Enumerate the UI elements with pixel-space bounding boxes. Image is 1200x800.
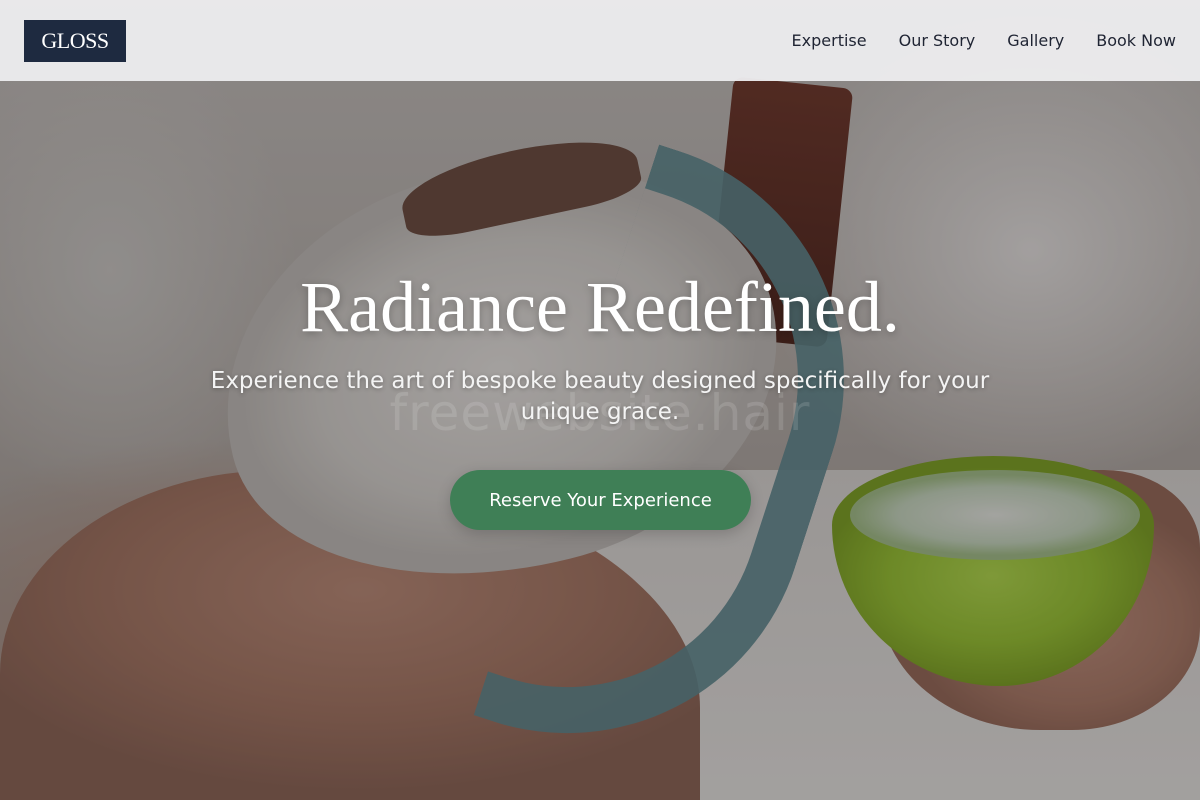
nav-link-book-now[interactable]: Book Now bbox=[1096, 31, 1176, 50]
main-nav: Expertise Our Story Gallery Book Now bbox=[792, 31, 1176, 50]
hero-subtitle: Experience the art of bespoke beauty des… bbox=[210, 368, 990, 425]
nav-link-gallery[interactable]: Gallery bbox=[1007, 31, 1064, 50]
logo[interactable]: GLOSS bbox=[24, 19, 126, 62]
landing-page: GLOSS Expertise Our Story Gallery Book N… bbox=[0, 0, 1200, 800]
nav-link-our-story[interactable]: Our Story bbox=[899, 31, 976, 50]
hero-section: freewebsite.hair Radiance Redefined. Exp… bbox=[0, 0, 1200, 800]
reserve-button[interactable]: Reserve Your Experience bbox=[450, 470, 751, 530]
nav-link-expertise[interactable]: Expertise bbox=[792, 31, 867, 50]
site-header: GLOSS Expertise Our Story Gallery Book N… bbox=[0, 0, 1200, 81]
hero-title: Radiance Redefined. bbox=[300, 267, 900, 347]
